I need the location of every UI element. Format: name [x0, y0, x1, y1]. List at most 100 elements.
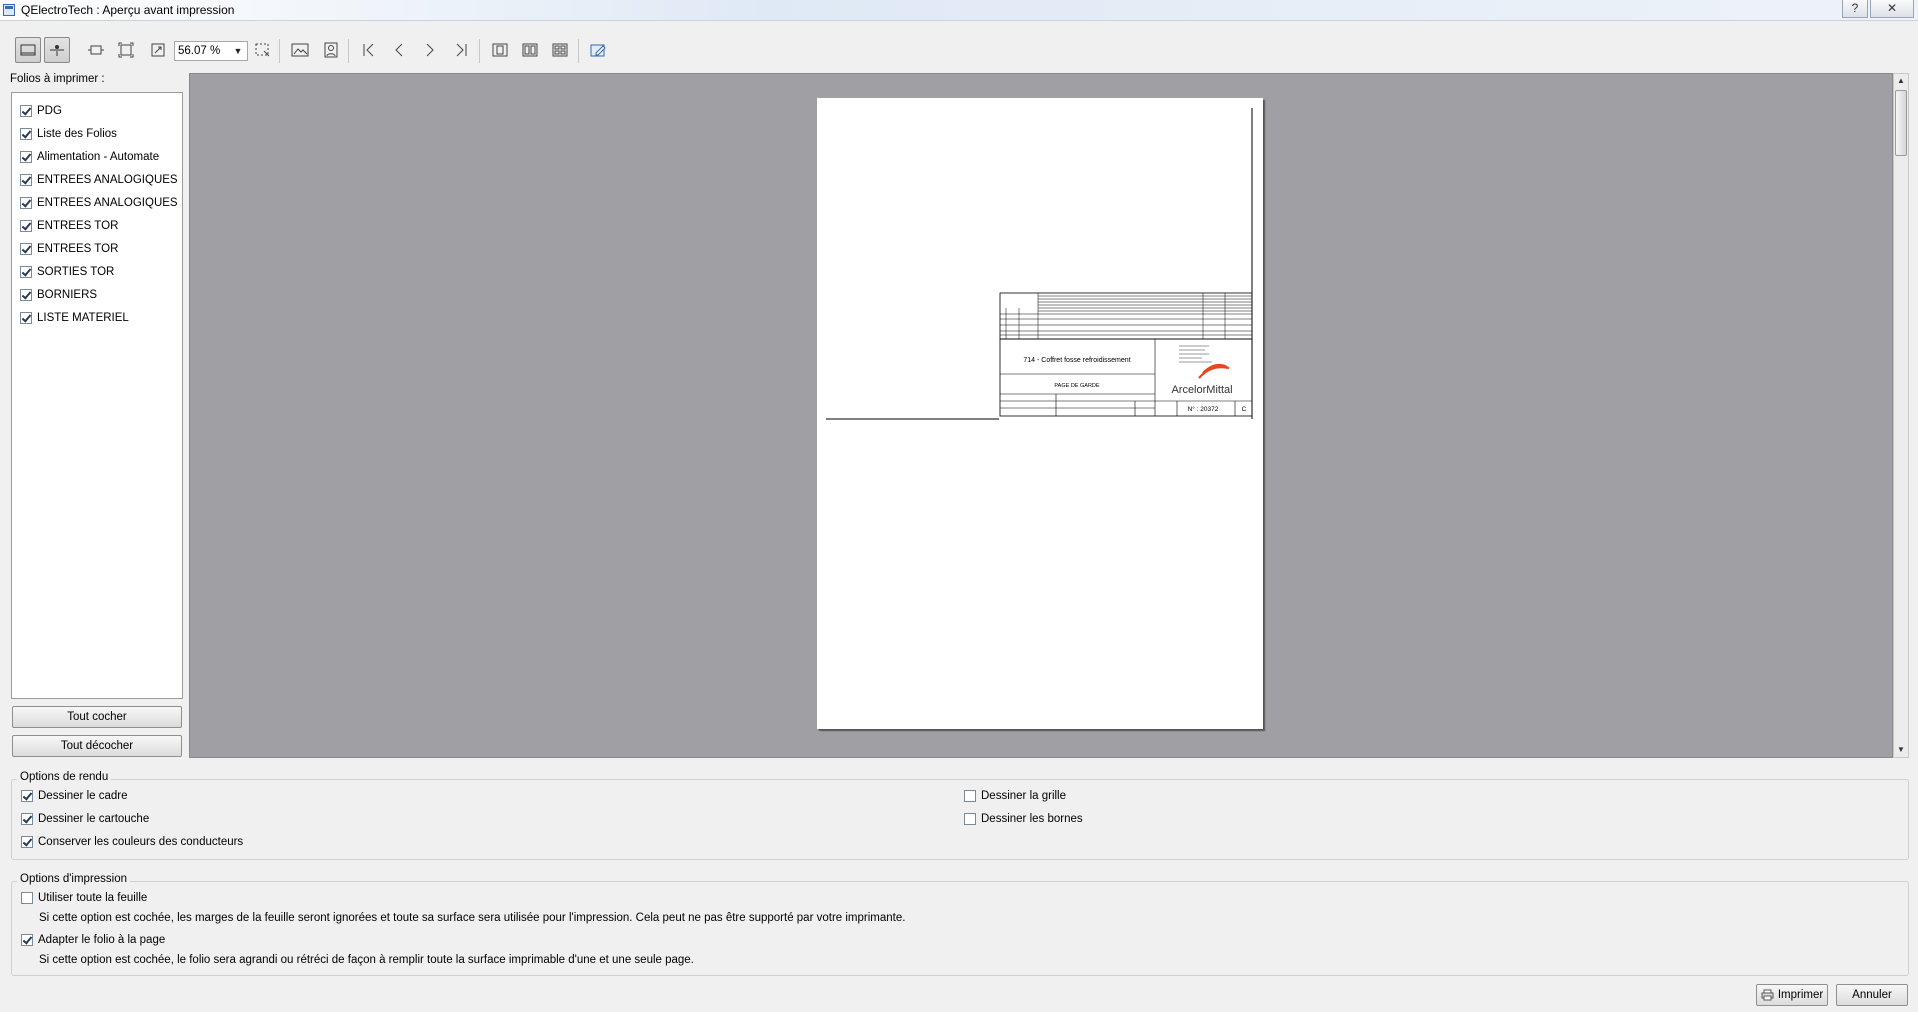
print-label: Imprimer — [1777, 989, 1824, 1001]
folio-item-liste-materiel[interactable]: LISTE MATERIEL — [20, 309, 129, 327]
folio-label: BORNIERS — [37, 289, 98, 301]
checkbox[interactable] — [20, 312, 32, 324]
checkbox[interactable] — [20, 243, 32, 255]
zoom-out-button[interactable] — [145, 37, 171, 63]
render-options-group — [11, 779, 1909, 860]
facing-pages-button[interactable] — [517, 37, 543, 63]
checkbox[interactable] — [20, 220, 32, 232]
option-label: Conserver les couleurs des conducteurs — [38, 836, 244, 848]
checkbox[interactable] — [21, 836, 33, 848]
checkbox[interactable] — [21, 934, 33, 946]
keep-colors-option[interactable]: Conserver les couleurs des conducteurs — [21, 833, 243, 851]
portrait-button[interactable] — [318, 37, 344, 63]
scroll-thumb[interactable] — [1895, 90, 1907, 156]
landscape-button[interactable] — [287, 37, 313, 63]
single-page-icon — [20, 44, 36, 56]
preview-toolbar: 56.07 % ▼ — [0, 31, 1918, 71]
draw-terminals-option[interactable]: Dessiner les bornes — [964, 810, 1083, 828]
all-pages-button[interactable] — [547, 37, 573, 63]
doc-number: N° : 20372 — [1188, 405, 1219, 413]
option-label: Dessiner les bornes — [981, 813, 1083, 825]
arcelormittal-logo — [1198, 363, 1230, 379]
scroll-up-icon[interactable]: ▲ — [1894, 74, 1908, 88]
folio-item-pdg[interactable]: PDG — [20, 102, 62, 120]
folio-label: ENTREES ANALOGIQUES — [37, 197, 178, 209]
page-setup-edit-icon — [590, 44, 606, 57]
folio-label: Liste des Folios — [37, 128, 117, 140]
vertical-scrollbar[interactable]: ▲ ▼ — [1893, 73, 1909, 758]
full-page-option[interactable]: Utiliser toute la feuille — [21, 889, 147, 907]
page-setup-edit-button[interactable] — [585, 37, 611, 63]
revision-letter: C — [1242, 406, 1247, 413]
checkbox[interactable] — [20, 151, 32, 163]
single-view-button[interactable] — [487, 37, 513, 63]
page-setup-button[interactable] — [44, 37, 70, 63]
checkbox[interactable] — [20, 174, 32, 186]
titleblock-subtitle: PAGE DE GARDE — [1054, 383, 1099, 389]
folio-label: LISTE MATERIEL — [37, 312, 129, 324]
render-options-title: Options de rendu — [17, 771, 112, 783]
help-button[interactable]: ? — [1842, 0, 1868, 18]
option-label: Dessiner le cartouche — [38, 813, 150, 825]
cancel-button[interactable]: Annuler — [1836, 984, 1908, 1006]
print-button[interactable]: Imprimer — [1756, 984, 1828, 1006]
next-page-button[interactable] — [417, 37, 443, 63]
last-page-icon — [456, 43, 467, 57]
folio-item-entrees-tor-2[interactable]: ENTREES TOR — [20, 240, 118, 258]
first-page-icon — [363, 43, 374, 57]
draw-frame-option[interactable]: Dessiner le cadre — [21, 787, 127, 805]
zoom-combo[interactable]: 56.07 % ▼ — [174, 41, 248, 61]
folio-item-entrees-tor-1[interactable]: ENTREES TOR — [20, 217, 118, 235]
folios-list: PDG Liste des Folios Alimentation - Auto… — [11, 92, 183, 699]
checkbox[interactable] — [964, 790, 976, 802]
checkbox[interactable] — [20, 105, 32, 117]
draw-grid-option[interactable]: Dessiner la grille — [964, 787, 1066, 805]
option-label: Adapter le folio à la page — [38, 934, 166, 946]
zoom-in-out-icon — [151, 43, 165, 57]
checkbox[interactable] — [21, 892, 33, 904]
folio-item-entrees-analogiques-2[interactable]: ENTREES ANALOGIQUES — [20, 194, 178, 212]
previous-page-icon — [395, 43, 403, 57]
close-button[interactable]: ✕ — [1870, 0, 1914, 18]
fit-page-button[interactable] — [113, 37, 139, 63]
folios-label: Folios à imprimer : — [10, 73, 105, 85]
window-titlebar: QElectroTech : Aperçu avant impression ?… — [0, 0, 1918, 21]
toolbar-separator — [578, 39, 579, 63]
folio-label: ENTREES ANALOGIQUES — [37, 174, 178, 186]
draw-titleblock-option[interactable]: Dessiner le cartouche — [21, 810, 149, 828]
fit-width-button[interactable] — [83, 37, 109, 63]
fit-page-option[interactable]: Adapter le folio à la page — [21, 931, 165, 949]
last-page-button[interactable] — [448, 37, 474, 63]
page-setup-icon — [50, 45, 64, 56]
fit-page-icon — [118, 42, 134, 58]
folio-item-alimentation[interactable]: Alimentation - Automate — [20, 148, 159, 166]
folio-item-borniers[interactable]: BORNIERS — [20, 286, 97, 304]
print-options-title: Options d'impression — [17, 873, 131, 885]
chevron-down-icon: ▼ — [233, 46, 243, 56]
option-label: Dessiner la grille — [981, 790, 1067, 802]
toolbar-separator — [348, 39, 349, 63]
fit-width-icon — [88, 45, 104, 55]
first-page-button[interactable] — [356, 37, 382, 63]
facing-pages-icon — [522, 43, 538, 57]
checkbox[interactable] — [20, 266, 32, 278]
checkbox[interactable] — [21, 813, 33, 825]
checkbox[interactable] — [21, 790, 33, 802]
single-page-button[interactable] — [15, 37, 41, 63]
full-page-note: Si cette option est cochée, les marges d… — [39, 912, 906, 924]
folio-item-entrees-analogiques-1[interactable]: ENTREES ANALOGIQUES — [20, 171, 178, 189]
zoom-rect-button[interactable] — [250, 37, 276, 63]
uncheck-all-button[interactable]: Tout décocher — [12, 735, 182, 757]
scroll-down-icon[interactable]: ▼ — [1894, 743, 1908, 757]
folio-label: PDG — [37, 105, 62, 117]
checkbox[interactable] — [20, 289, 32, 301]
previous-page-button[interactable] — [386, 37, 412, 63]
folio-item-liste-des-folios[interactable]: Liste des Folios — [20, 125, 117, 143]
landscape-icon — [291, 43, 309, 57]
checkbox[interactable] — [20, 197, 32, 209]
checkbox[interactable] — [964, 813, 976, 825]
checkbox[interactable] — [20, 128, 32, 140]
folio-item-sorties-tor[interactable]: SORTIES TOR — [20, 263, 114, 281]
check-all-button[interactable]: Tout cocher — [12, 706, 182, 728]
window-title: QElectroTech : Aperçu avant impression — [21, 3, 235, 17]
